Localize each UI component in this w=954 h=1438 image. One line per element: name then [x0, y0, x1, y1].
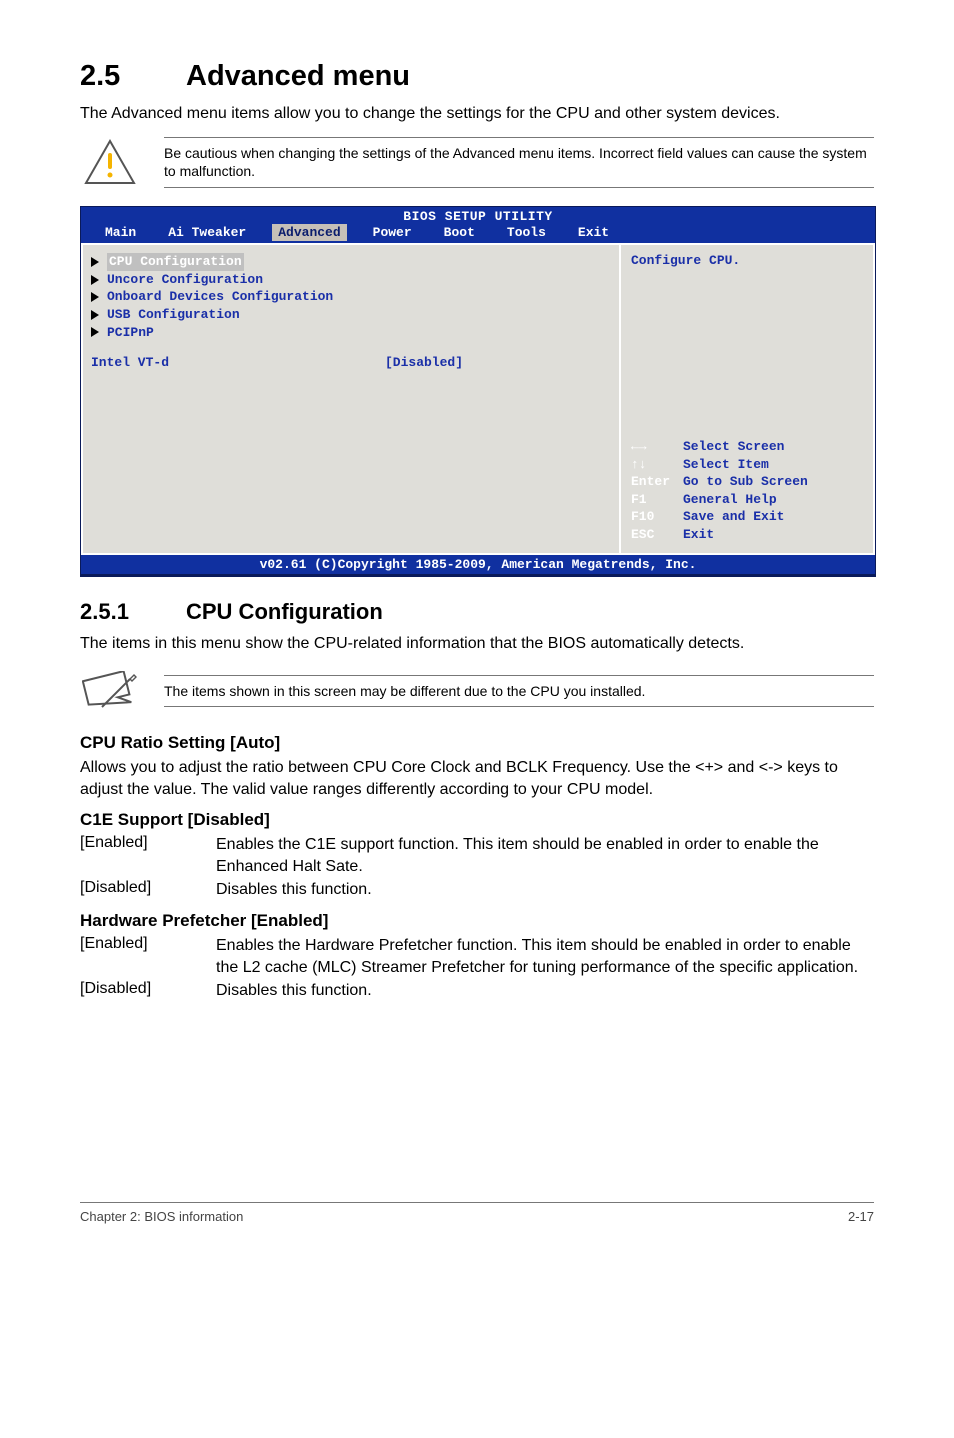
- page-footer: Chapter 2: BIOS information 2-17: [80, 1202, 874, 1224]
- definition-value: Disables this function.: [216, 980, 874, 1002]
- caution-icon: [80, 138, 140, 186]
- section-title: Advanced menu: [186, 60, 410, 93]
- definition-row: [Enabled] Enables the C1E support functi…: [80, 834, 874, 877]
- note-icon: [80, 667, 140, 715]
- footer-right: 2-17: [848, 1209, 874, 1224]
- help-action: Select Screen: [683, 439, 784, 454]
- definition-key: [Enabled]: [80, 834, 216, 877]
- bios-setting-row[interactable]: Intel VT-d [Disabled]: [91, 355, 609, 370]
- help-action: Go to Sub Screen: [683, 474, 808, 489]
- subsection-title: CPU Configuration: [186, 599, 383, 625]
- menu-label: Onboard Devices Configuration: [107, 288, 333, 306]
- setting-heading-hw-prefetcher: Hardware Prefetcher [Enabled]: [80, 911, 874, 931]
- menu-arrow-icon: [91, 257, 99, 267]
- definition-row: [Enabled] Enables the Hardware Prefetche…: [80, 935, 874, 978]
- tab-ai-tweaker[interactable]: Ai Tweaker: [162, 224, 252, 241]
- help-row: F10Save and Exit: [631, 508, 863, 526]
- bios-screenshot: BIOS SETUP UTILITY Main Ai Tweaker Advan…: [80, 206, 876, 577]
- help-key: ESC: [631, 526, 683, 544]
- help-key: ←→: [631, 438, 683, 456]
- section-heading: 2.5 Advanced menu: [80, 60, 874, 93]
- menu-label: USB Configuration: [107, 306, 240, 324]
- bios-tab-bar: Main Ai Tweaker Advanced Power Boot Tool…: [81, 224, 875, 243]
- help-key: F10: [631, 508, 683, 526]
- tab-advanced[interactable]: Advanced: [272, 224, 346, 241]
- menu-item-usb-configuration[interactable]: USB Configuration: [91, 306, 609, 324]
- section-number: 2.5: [80, 60, 186, 93]
- definition-key: [Disabled]: [80, 980, 216, 1002]
- definition-key: [Enabled]: [80, 935, 216, 978]
- tab-boot[interactable]: Boot: [438, 224, 481, 241]
- definition-row: [Disabled] Disables this function.: [80, 980, 874, 1002]
- help-key: Enter: [631, 473, 683, 491]
- tab-tools[interactable]: Tools: [501, 224, 552, 241]
- bios-help-heading: Configure CPU.: [631, 253, 863, 268]
- setting-value: [Disabled]: [385, 355, 463, 370]
- tab-exit[interactable]: Exit: [572, 224, 615, 241]
- subsection-heading: 2.5.1 CPU Configuration: [80, 599, 874, 625]
- bios-left-pane: CPU Configuration Uncore Configuration O…: [81, 243, 619, 555]
- setting-label: Intel VT-d: [91, 355, 385, 370]
- help-key: ↑↓: [631, 456, 683, 474]
- setting-body-cpu-ratio: Allows you to adjust the ratio between C…: [80, 757, 874, 800]
- bios-footer: v02.61 (C)Copyright 1985-2009, American …: [81, 555, 875, 574]
- menu-label: PCIPnP: [107, 324, 154, 342]
- definition-value: Enables the C1E support function. This i…: [216, 834, 874, 877]
- caution-text: Be cautious when changing the settings o…: [164, 137, 874, 189]
- footer-left: Chapter 2: BIOS information: [80, 1209, 243, 1224]
- bios-body: CPU Configuration Uncore Configuration O…: [81, 243, 875, 555]
- help-action: Save and Exit: [683, 509, 784, 524]
- menu-item-pcipnp[interactable]: PCIPnP: [91, 324, 609, 342]
- menu-label: Uncore Configuration: [107, 271, 263, 289]
- tab-main[interactable]: Main: [99, 224, 142, 241]
- menu-arrow-icon: [91, 292, 99, 302]
- menu-arrow-icon: [91, 275, 99, 285]
- setting-heading-c1e: C1E Support [Disabled]: [80, 810, 874, 830]
- help-action: Select Item: [683, 457, 769, 472]
- menu-arrow-icon: [91, 327, 99, 337]
- definition-row: [Disabled] Disables this function.: [80, 879, 874, 901]
- menu-item-uncore-configuration[interactable]: Uncore Configuration: [91, 271, 609, 289]
- tab-power[interactable]: Power: [367, 224, 418, 241]
- bios-right-pane: Configure CPU. ←→Select Screen ↑↓Select …: [619, 243, 875, 555]
- help-row: EnterGo to Sub Screen: [631, 473, 863, 491]
- help-row: ESCExit: [631, 526, 863, 544]
- definition-key: [Disabled]: [80, 879, 216, 901]
- definition-value: Disables this function.: [216, 879, 874, 901]
- menu-item-cpu-configuration[interactable]: CPU Configuration: [91, 253, 609, 271]
- help-action: Exit: [683, 527, 714, 542]
- bios-title: BIOS SETUP UTILITY: [81, 207, 875, 224]
- subsection-intro: The items in this menu show the CPU-rela…: [80, 633, 874, 655]
- subsection-number: 2.5.1: [80, 599, 186, 625]
- definition-value: Enables the Hardware Prefetcher function…: [216, 935, 874, 978]
- intro-paragraph: The Advanced menu items allow you to cha…: [80, 103, 874, 125]
- menu-label: CPU Configuration: [107, 253, 244, 271]
- note-text: The items shown in this screen may be di…: [164, 675, 874, 708]
- caution-callout: Be cautious when changing the settings o…: [80, 133, 874, 193]
- bios-help-block: ←→Select Screen ↑↓Select Item EnterGo to…: [631, 438, 863, 543]
- help-action: General Help: [683, 492, 777, 507]
- help-row: F1General Help: [631, 491, 863, 509]
- menu-item-onboard-devices[interactable]: Onboard Devices Configuration: [91, 288, 609, 306]
- help-row: ↑↓Select Item: [631, 456, 863, 474]
- bios-header: BIOS SETUP UTILITY Main Ai Tweaker Advan…: [81, 207, 875, 243]
- note-callout: The items shown in this screen may be di…: [80, 663, 874, 719]
- menu-arrow-icon: [91, 310, 99, 320]
- setting-heading-cpu-ratio: CPU Ratio Setting [Auto]: [80, 733, 874, 753]
- help-row: ←→Select Screen: [631, 438, 863, 456]
- help-key: F1: [631, 491, 683, 509]
